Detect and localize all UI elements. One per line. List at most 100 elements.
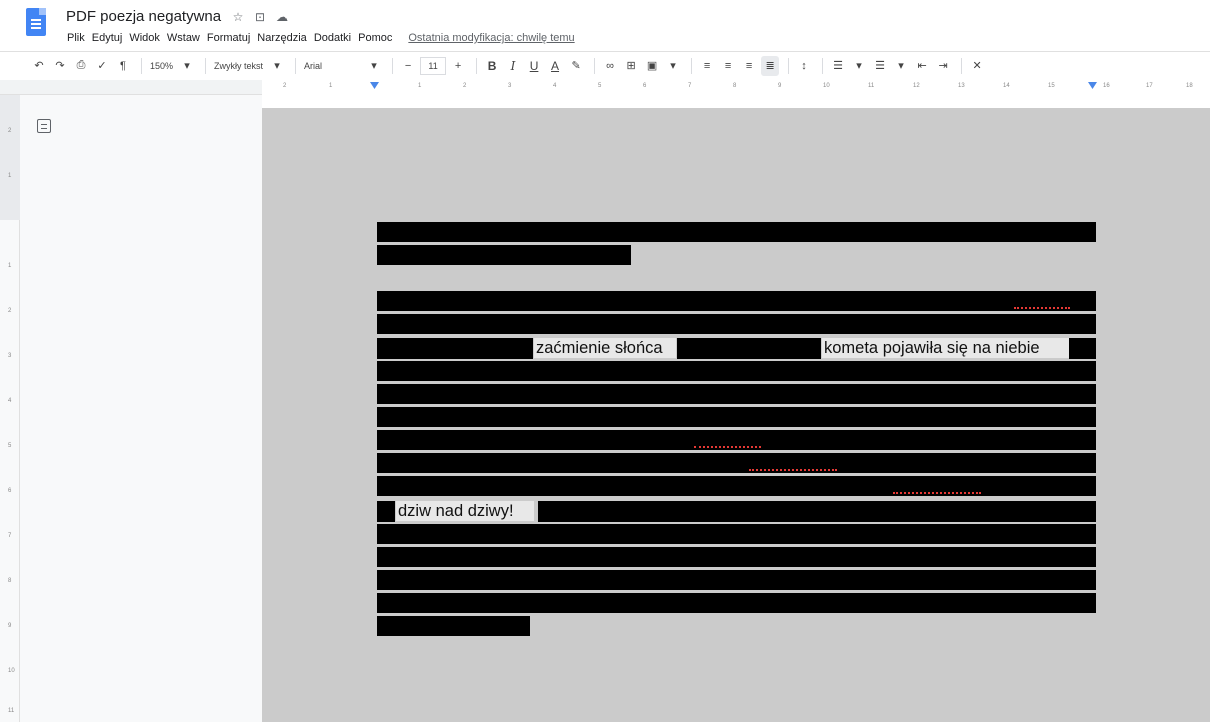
ruler-tick: 18 [1186, 83, 1193, 89]
ruler-tick: 3 [508, 83, 512, 89]
font-size-input[interactable]: 11 [420, 56, 447, 75]
document-page[interactable]: zaćmienie słońca kometa pojawiła się na … [262, 108, 1210, 722]
menu-view[interactable]: Widok [128, 32, 161, 44]
last-edit-link[interactable]: Ostatnia modyfikacja: chwilę temu [408, 32, 574, 44]
ruler-tick: 6 [8, 488, 12, 494]
print-icon[interactable]: ⎙ [72, 56, 90, 76]
document-title[interactable]: PDF poezja negatywna [66, 8, 221, 25]
bulleted-list-icon[interactable]: ☰ [871, 56, 889, 76]
ruler-tick: 8 [8, 578, 12, 584]
star-icon[interactable]: ☆ [231, 10, 245, 24]
spellcheck-underline [1014, 306, 1070, 309]
redaction-block [377, 222, 1096, 242]
font-select[interactable]: Arial [302, 56, 362, 76]
style-select[interactable]: Zwykły tekst [212, 56, 265, 76]
redaction-block [377, 547, 1096, 567]
italic-button[interactable]: I [504, 56, 522, 76]
toolbar-divider [205, 57, 207, 74]
menu-tools[interactable]: Narzędzia [256, 32, 308, 44]
redaction-block [377, 384, 1096, 404]
ruler-tick: 12 [913, 83, 920, 89]
ruler-tick: 7 [688, 83, 692, 89]
ruler-tick: 6 [643, 83, 647, 89]
align-justify-icon[interactable]: ≣ [761, 55, 780, 76]
decrease-indent-icon[interactable]: ⇤ [913, 56, 931, 76]
document-canvas[interactable]: zaćmienie słońca kometa pojawiła się na … [262, 95, 1210, 722]
redaction-block [377, 524, 1096, 544]
visible-phrase: zaćmienie słońca [534, 338, 676, 358]
ruler-tick: 2 [283, 83, 287, 89]
ruler-tick: 8 [733, 83, 737, 89]
increase-indent-icon[interactable]: ⇥ [934, 56, 952, 76]
vertical-ruler[interactable]: 2 1 1 2 3 4 5 6 7 8 9 10 11 [0, 95, 20, 722]
redaction-block [377, 570, 1096, 590]
menu-bar: Plik Edytuj Widok Wstaw Formatuj Narzędz… [66, 32, 575, 44]
ruler-tick: 2 [8, 308, 12, 314]
ruler-tick: 7 [8, 533, 12, 539]
menu-file[interactable]: Plik [66, 32, 86, 44]
spellcheck-underline [749, 468, 837, 471]
toolbar-divider [788, 57, 790, 74]
align-right-icon[interactable]: ≡ [740, 56, 758, 76]
clear-formatting-icon[interactable]: ✕ [968, 56, 986, 76]
ruler-tick: 5 [8, 443, 12, 449]
redo-icon[interactable]: ↷ [51, 56, 69, 76]
chevron-down-icon[interactable]: ▾ [268, 56, 286, 76]
align-center-icon[interactable]: ≡ [719, 56, 737, 76]
chevron-down-icon[interactable]: ▾ [664, 56, 682, 76]
text-color-button[interactable]: A [546, 56, 564, 76]
horizontal-ruler[interactable]: 2 1 1 2 3 4 5 6 7 8 9 10 11 12 13 14 15 … [0, 80, 1210, 95]
ruler-tick: 14 [1003, 83, 1010, 89]
paint-format-icon[interactable]: ¶ [114, 56, 132, 76]
toolbar-divider [961, 57, 963, 74]
menu-addons[interactable]: Dodatki [313, 32, 352, 44]
chevron-down-icon[interactable]: ▾ [365, 56, 383, 76]
bold-button[interactable]: B [483, 56, 501, 76]
highlight-icon[interactable]: ✎ [567, 56, 585, 76]
toolbar-divider [295, 57, 297, 74]
menu-edit[interactable]: Edytuj [91, 32, 124, 44]
chevron-down-icon[interactable]: ▾ [178, 56, 196, 76]
underline-button[interactable]: U [525, 56, 543, 76]
redaction-block [377, 476, 1096, 496]
menu-format[interactable]: Formatuj [206, 32, 251, 44]
chevron-down-icon[interactable]: ▾ [892, 56, 910, 76]
redaction-block [377, 338, 533, 359]
visible-phrase: dziw nad dziwy! [396, 501, 534, 521]
increase-font-button[interactable]: + [449, 56, 467, 76]
image-icon[interactable]: ▣ [643, 56, 661, 76]
ruler-tick: 15 [1048, 83, 1055, 89]
docs-logo-icon[interactable] [26, 8, 46, 36]
document-outline-icon[interactable] [37, 119, 51, 133]
redaction-block [377, 616, 530, 636]
ruler-tick: 10 [8, 668, 15, 674]
zoom-select[interactable]: 150% [148, 56, 175, 76]
move-to-folder-icon[interactable]: ⊡ [253, 10, 267, 24]
ruler-tick: 2 [8, 128, 12, 134]
title-bar: PDF poezja negatywna ☆ ⊡ ☁ Plik Edytuj W… [0, 0, 1210, 50]
spellcheck-underline [694, 445, 761, 448]
line-spacing-icon[interactable]: ↕ [795, 56, 813, 76]
decrease-font-button[interactable]: − [399, 56, 417, 76]
link-icon[interactable]: ∞ [601, 56, 619, 76]
toolbar-divider [476, 57, 478, 74]
chevron-down-icon[interactable]: ▾ [850, 56, 868, 76]
redaction-block [377, 291, 1096, 311]
toolbar-divider [822, 57, 824, 74]
comment-icon[interactable]: ⊞ [622, 56, 640, 76]
ruler-tick: 9 [8, 623, 12, 629]
align-left-icon[interactable]: ≡ [698, 56, 716, 76]
redaction-block [377, 407, 1096, 427]
visible-phrase: kometa pojawiła się na niebie [822, 338, 1069, 358]
undo-icon[interactable]: ↶ [30, 56, 48, 76]
menu-insert[interactable]: Wstaw [166, 32, 201, 44]
toolbar: ↶ ↷ ⎙ ✓ ¶ 150% ▾ Zwykły tekst ▾ Arial ▾ … [0, 51, 1210, 79]
spellcheck-icon[interactable]: ✓ [93, 56, 111, 76]
numbered-list-icon[interactable]: ☰ [829, 56, 847, 76]
spellcheck-underline [893, 491, 981, 494]
redaction-block [377, 361, 1096, 381]
menu-help[interactable]: Pomoc [357, 32, 393, 44]
ruler-tick: 3 [8, 353, 12, 359]
cloud-status-icon[interactable]: ☁ [275, 10, 289, 24]
ruler-tick: 4 [8, 398, 12, 404]
